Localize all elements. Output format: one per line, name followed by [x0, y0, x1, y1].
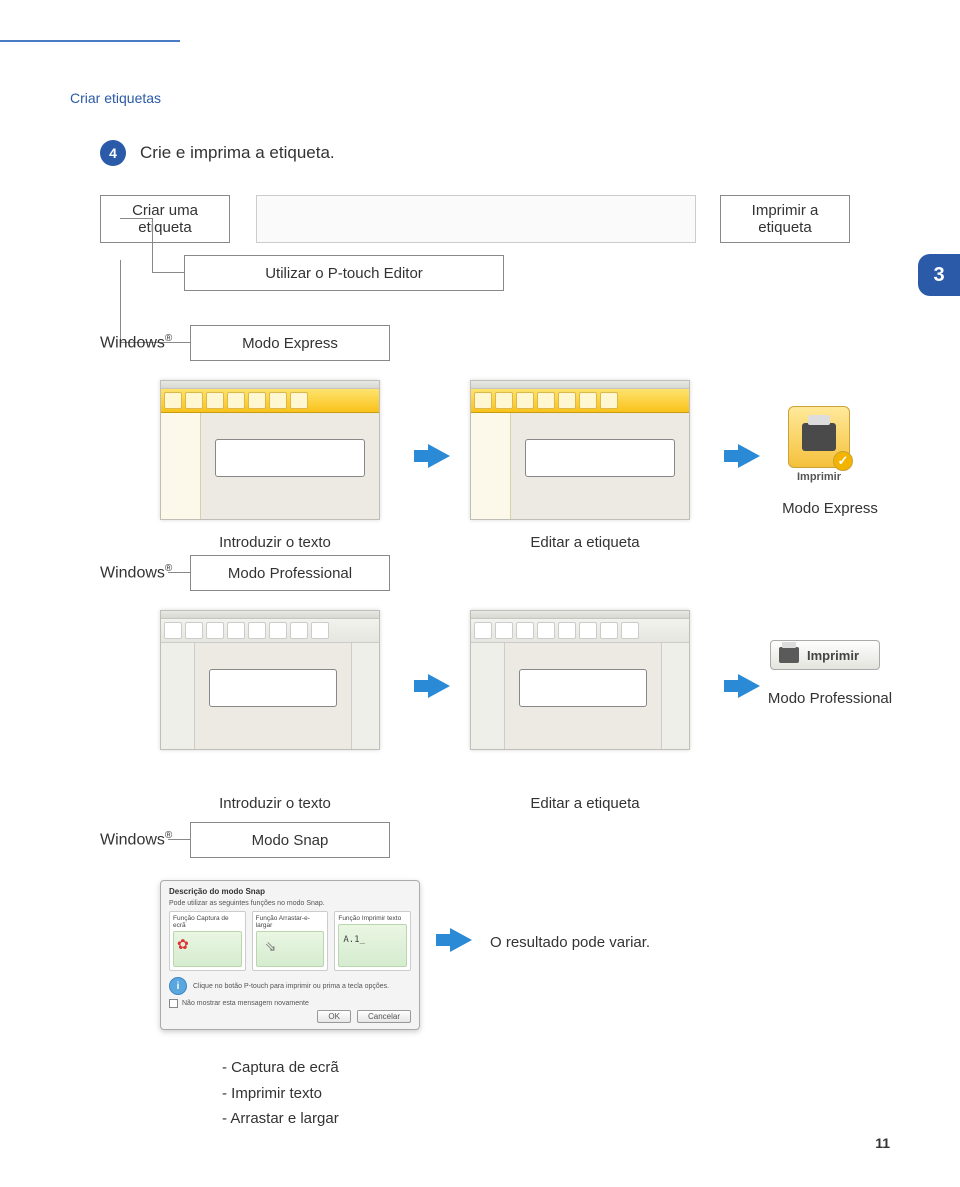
os-name: Windows	[100, 564, 165, 581]
checkbox-icon	[169, 999, 178, 1008]
box-utilizar-ptouch: Utilizar o P-touch Editor	[184, 255, 504, 291]
header-rule	[0, 40, 180, 42]
arrow-icon	[428, 444, 450, 468]
print-icon-label: Imprimir	[797, 471, 841, 483]
printer-icon	[779, 647, 799, 663]
snap-dialog-screenshot: Descrição do modo Snap Pode utilizar as …	[160, 880, 420, 1030]
caption-introduzir-1: Introduzir o texto	[200, 534, 350, 551]
process-bar	[256, 195, 696, 243]
snap-dialog-checkbox-label: Não mostrar esta mensagem novamente	[182, 1000, 309, 1007]
cancel-button: Cancelar	[357, 1010, 411, 1023]
screenshot-express-2	[470, 380, 690, 520]
arrow-icon	[428, 674, 450, 698]
arrow-icon	[738, 674, 760, 698]
print-button-professional: Imprimir	[770, 640, 880, 670]
info-icon: i	[169, 977, 187, 995]
caption-snap-result: O resultado pode variar.	[490, 934, 710, 951]
ok-button: OK	[317, 1010, 351, 1023]
print-icon-express: ✓ Imprimir	[784, 406, 854, 483]
box-modo-express: Modo Express	[190, 325, 390, 361]
caption-modo-express: Modo Express	[770, 500, 890, 517]
snap-dialog-tip: Clique no botão P-touch para imprimir ou…	[193, 983, 389, 990]
caption-modo-professional: Modo Professional	[760, 690, 900, 707]
list-item: - Captura de ecrã	[222, 1055, 339, 1081]
box-modo-snap: Modo Snap	[190, 822, 390, 858]
box-modo-professional: Modo Professional	[190, 555, 390, 591]
connector	[120, 260, 121, 342]
arrow-icon	[738, 444, 760, 468]
list-item: - Arrastar e largar	[222, 1106, 339, 1132]
breadcrumb: Criar etiquetas	[70, 90, 161, 106]
registered-symbol: ®	[165, 830, 172, 841]
list-item: - Imprimir texto	[222, 1081, 339, 1107]
snap-dialog-title: Descrição do modo Snap	[169, 887, 411, 896]
step-text: Crie e imprima a etiqueta.	[140, 143, 335, 163]
registered-symbol: ®	[165, 563, 172, 574]
step-row: 4 Crie e imprima a etiqueta.	[100, 140, 335, 166]
connector	[152, 272, 184, 273]
snap-card-title: Função Imprimir texto	[338, 915, 407, 922]
os-label-1: Windows®	[100, 333, 172, 352]
arrow-icon	[450, 928, 472, 952]
caption-editar-2: Editar a etiqueta	[510, 795, 660, 812]
os-label-2: Windows®	[100, 563, 172, 582]
screenshot-professional-2	[470, 610, 690, 750]
snap-dialog-subtitle: Pode utilizar as seguintes funções no mo…	[169, 900, 411, 907]
os-name: Windows	[100, 831, 165, 848]
chapter-badge: 3	[918, 254, 960, 296]
caption-introduzir-2: Introduzir o texto	[200, 795, 350, 812]
os-name: Windows	[100, 334, 165, 351]
registered-symbol: ®	[165, 333, 172, 344]
screenshot-professional-1	[160, 610, 380, 750]
box-criar-etiqueta: Criar uma etiqueta	[100, 195, 230, 243]
print-button-label: Imprimir	[807, 648, 859, 663]
connector	[120, 218, 152, 219]
snap-card-title: Função Captura de ecrã	[173, 915, 242, 929]
box-imprimir-etiqueta: Imprimir a etiqueta	[720, 195, 850, 243]
step-number-badge: 4	[100, 140, 126, 166]
snap-feature-list: - Captura de ecrã - Imprimir texto - Arr…	[222, 1055, 339, 1132]
connector	[152, 218, 153, 272]
page-number: 11	[875, 1135, 890, 1151]
os-label-3: Windows®	[100, 830, 172, 849]
screenshot-express-1	[160, 380, 380, 520]
snap-card-title: Função Arrastar-e-largar	[256, 915, 325, 929]
caption-editar-1: Editar a etiqueta	[510, 534, 660, 551]
